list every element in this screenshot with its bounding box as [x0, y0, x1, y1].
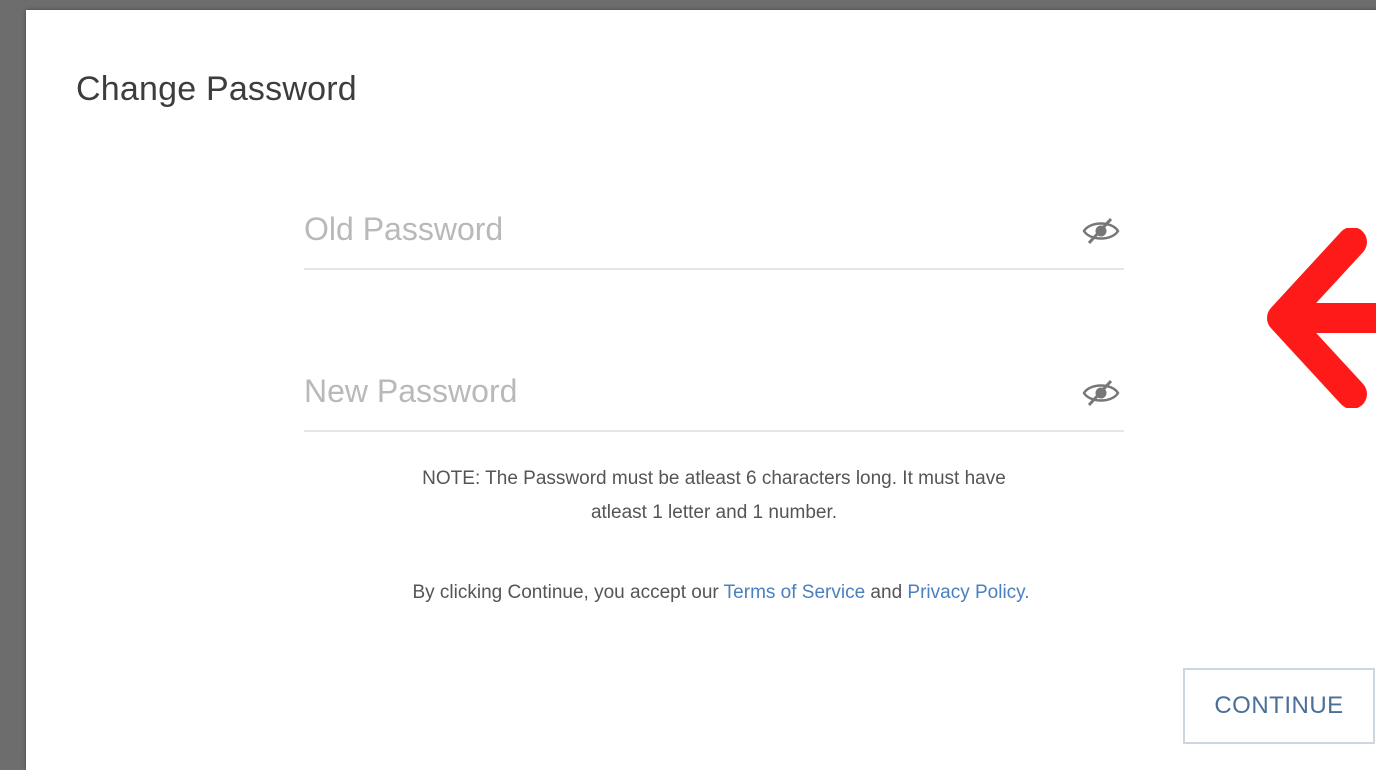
terms-of-service-link[interactable]: Terms of Service [724, 582, 865, 603]
arrow-left-icon [1267, 228, 1376, 408]
note-line-2: atleast 1 letter and 1 number. [590, 502, 838, 523]
password-requirements-note: NOTE: The Password must be atleast 6 cha… [296, 462, 1132, 530]
terms-notice: By clicking Continue, you accept our Ter… [226, 582, 1216, 604]
terms-prefix: By clicking Continue, you accept our [412, 582, 724, 603]
eye-slash-icon[interactable] [1080, 378, 1122, 408]
change-password-dialog: Change Password NOTE: The Password must … [26, 10, 1376, 770]
continue-button[interactable]: CONTINUE [1183, 668, 1375, 744]
old-password-input[interactable] [304, 204, 1044, 254]
old-password-field [304, 198, 1124, 270]
eye-slash-icon[interactable] [1080, 216, 1122, 246]
new-password-input[interactable] [304, 366, 1044, 416]
terms-middle: and [865, 582, 908, 603]
note-line-1: NOTE: The Password must be atleast 6 cha… [422, 468, 1006, 489]
dialog-title: Change Password [76, 70, 357, 108]
privacy-policy-link[interactable]: Privacy Policy. [907, 582, 1029, 603]
new-password-field [304, 360, 1124, 432]
